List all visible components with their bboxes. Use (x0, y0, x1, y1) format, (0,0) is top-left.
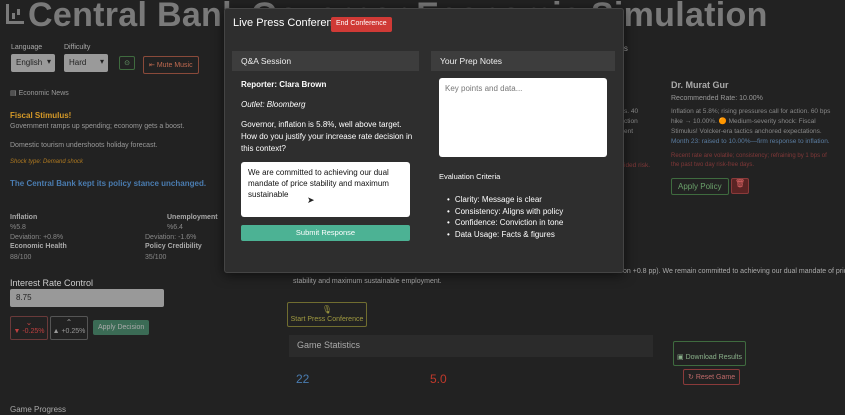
reporter-outlet: Outlet: Bloomberg (241, 100, 306, 109)
econ-health-value: 88/100 (10, 254, 32, 261)
qa-session-header: Q&A Session (232, 51, 419, 71)
news-line: Government ramps up spending; economy ge… (10, 123, 185, 130)
music-icon: ⊙ (124, 60, 130, 67)
policy-statement-line: stability and maximum sustainable employ… (293, 278, 442, 285)
recommended-rate: Recommended Rate: 10.00% (671, 95, 763, 102)
policy-stance: The Central Bank kept its policy stance … (10, 179, 207, 188)
start-press-conference-button[interactable]: 🎙 Start Press Conference (287, 302, 367, 327)
interest-rate-input[interactable]: 8.75 (10, 289, 164, 307)
chevron-down-icon: ⌄ (25, 318, 33, 327)
unemployment-label: Unemployment (167, 214, 218, 221)
partial-text: ent (624, 128, 634, 135)
inflation-value: %5.8 (10, 224, 26, 231)
credibility-value: 35/100 (145, 254, 167, 261)
list-item: Consistency: Aligns with policy (447, 206, 564, 218)
submit-response-button[interactable]: Submit Response (241, 225, 410, 241)
advisor-note: Inflation at 5.8%; rising pressures call… (671, 108, 831, 135)
rate-down-button[interactable]: ⌄ ▼ -0.25% (10, 316, 48, 340)
unemployment-value: %6.4 (167, 224, 183, 231)
list-item: Confidence: Conviction in tone (447, 217, 564, 229)
mute-icon: ⇤ (149, 62, 157, 69)
reset-label: Reset Game (695, 374, 736, 381)
advisor-name: Dr. Murat Gur (671, 80, 729, 90)
partial-text: ided risk. (624, 162, 651, 169)
apply-decision-button[interactable]: Apply Decision (93, 320, 150, 335)
rate-down-label: -0.25% (22, 328, 45, 335)
unemployment-deviation: Deviation: -1.6% (145, 234, 197, 241)
download-results-button[interactable]: ▣ Download Results (673, 341, 746, 366)
news-heading-text: Economic News (18, 90, 69, 97)
prep-notes-header: Your Prep Notes (431, 51, 615, 71)
mouse-cursor-icon: ➤ (307, 195, 315, 205)
chevron-up-icon: ⌃ (65, 318, 73, 327)
arrow-down-icon: ▼ (13, 328, 23, 335)
inflation-label: Inflation (10, 214, 38, 221)
news-heading: ▤ Economic News (10, 89, 69, 97)
policy-statement-line: on +0.8 pp). We remain committed to achi… (623, 268, 845, 275)
delete-button[interactable]: 🗑 (731, 178, 749, 194)
rate-up-label: +0.25% (61, 328, 86, 335)
modal-title: Live Press Conference (233, 17, 345, 29)
microphone-icon: 🎙 (321, 305, 333, 314)
advisor-month-note: Month 23: raised to 10.00%—firm response… (671, 138, 830, 145)
stat-value-blue: 22 (296, 372, 310, 386)
evaluation-criteria-title: Evaluation Criteria (439, 172, 501, 181)
reset-game-button[interactable]: ↻ Reset Game (683, 369, 741, 385)
inflation-deviation: Deviation: +0.8% (10, 234, 64, 241)
credibility-label: Policy Credibility (145, 243, 202, 250)
reporter-name: Reporter: Clara Brown (241, 80, 327, 89)
game-statistics-header: Game Statistics (289, 335, 653, 357)
reporter-question: Governor, inflation is 5.8%, well above … (241, 120, 413, 153)
list-item: Clarity: Message is clear (447, 194, 563, 206)
press-conference-modal: Live Press Conference End Conference Q&A… (224, 8, 624, 273)
advisor-warning: Recent rate are volatile; consistency; r… (671, 153, 827, 168)
rate-control-label: Interest Rate Control (10, 278, 94, 288)
language-select[interactable]: English (11, 54, 55, 72)
evaluation-criteria-list: Clarity: Message is clear Consistency: A… (447, 194, 564, 241)
rate-up-button[interactable]: ⌃ ▲ +0.25% (50, 316, 88, 340)
list-item: Data Usage: Facts & figures (447, 229, 563, 241)
download-icon: ▣ (677, 354, 686, 361)
language-label: Language (11, 44, 43, 51)
mute-music-label: Mute Music (156, 62, 193, 69)
end-conference-button[interactable]: End Conference (331, 17, 392, 32)
mute-music-button[interactable]: ⇤ Mute Music (143, 56, 199, 74)
prep-notes-textarea[interactable]: Key points and data... (439, 78, 607, 157)
chart-logo-icon (6, 4, 24, 24)
news-icon: ▤ (10, 90, 19, 97)
news-alert: Fiscal Stimulus! (10, 111, 72, 120)
econ-health-label: Economic Health (10, 243, 67, 250)
apply-policy-button[interactable]: Apply Policy (671, 178, 729, 195)
reset-icon: ↻ (688, 374, 696, 381)
news-line: Domestic tourism undershoots holiday for… (10, 142, 158, 149)
trash-icon: 🗑 (734, 179, 746, 188)
difficulty-label: Difficulty (64, 44, 91, 51)
partial-text: ction (624, 118, 638, 125)
shock-type: Shock type: Demand shock (10, 159, 84, 165)
difficulty-select[interactable]: Hard (64, 54, 108, 72)
stat-value-red: 5.0 (430, 372, 447, 386)
response-textarea[interactable]: We are committed to achieving our dual m… (241, 162, 410, 217)
settings-button[interactable]: ⊙ (119, 56, 135, 70)
game-progress-heading: Game Progress (10, 405, 67, 414)
start-press-label: Start Press Conference (290, 316, 364, 323)
download-label: Download Results (685, 354, 742, 361)
partial-text: s. 40 (624, 108, 639, 115)
